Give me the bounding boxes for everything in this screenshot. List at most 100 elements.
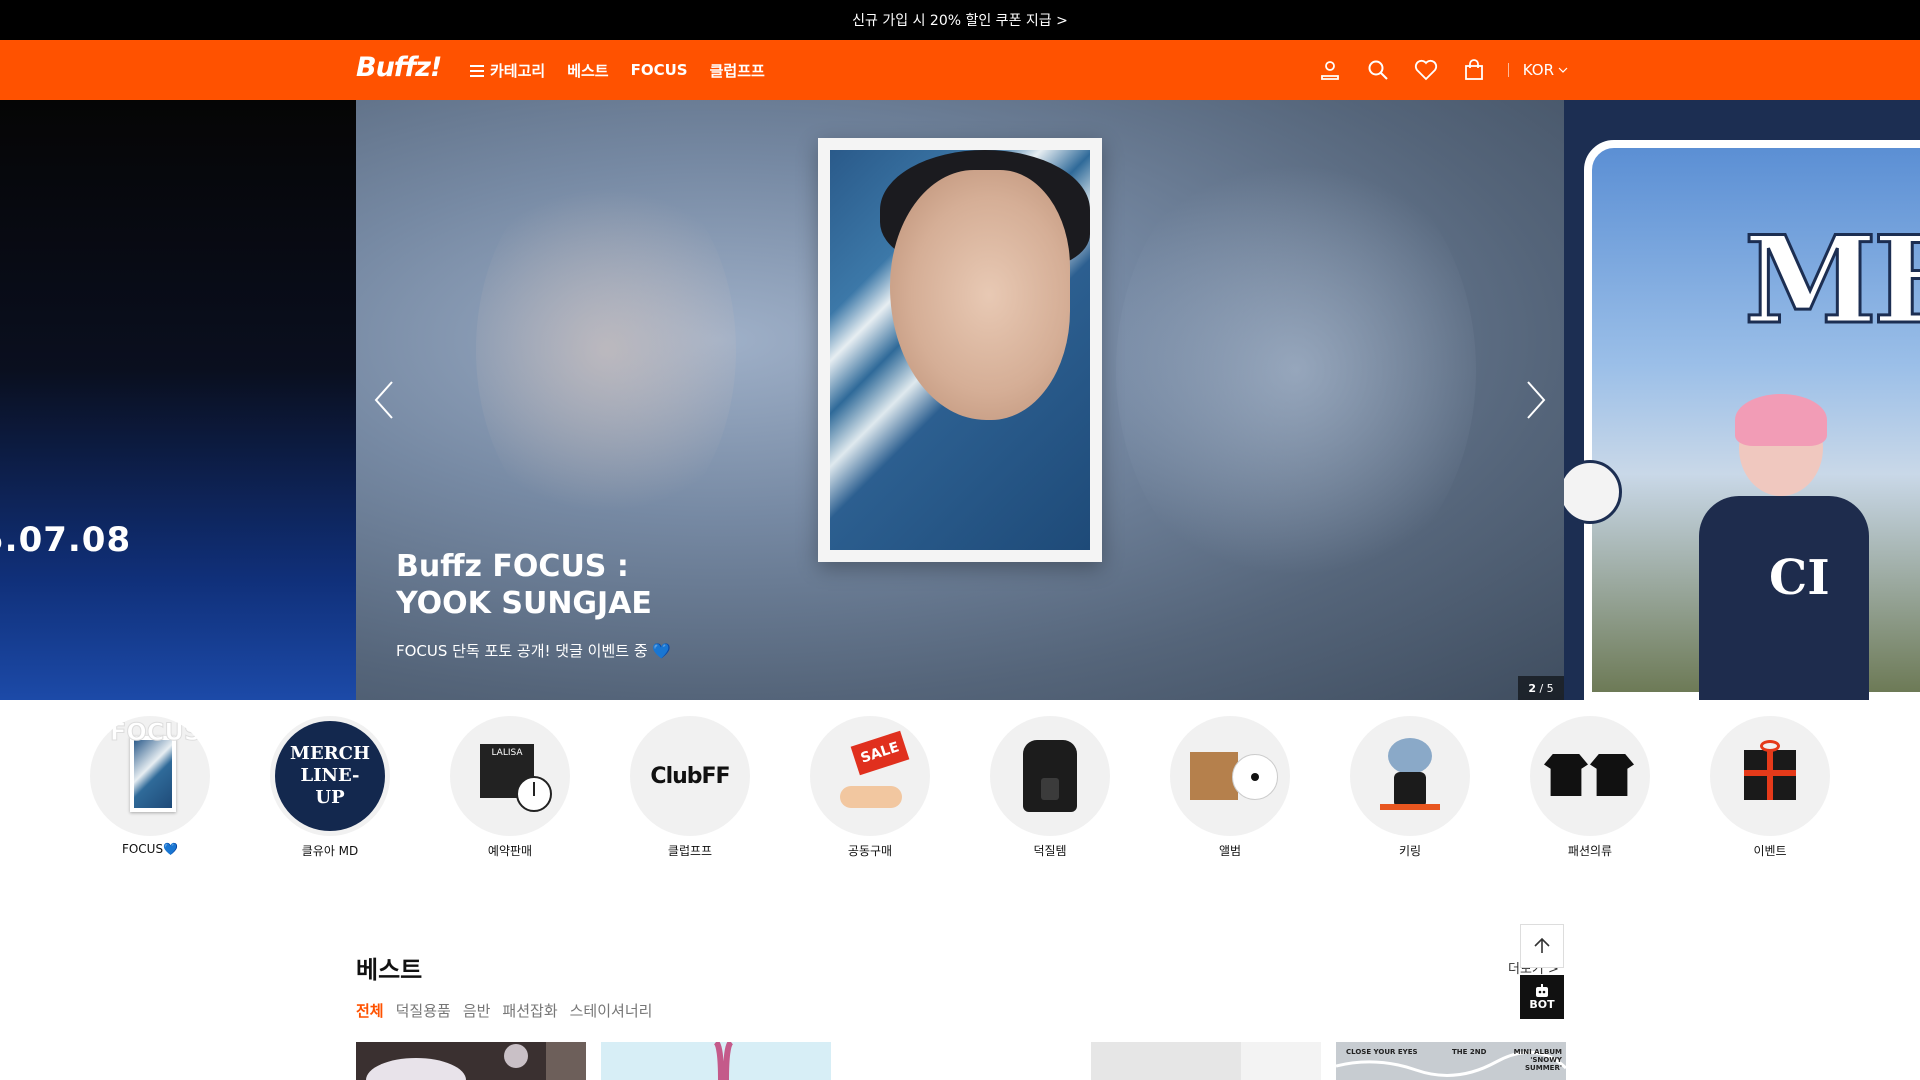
best-tab[interactable]: 덕질용품 bbox=[396, 1000, 451, 1021]
category-item[interactable]: 패션의류 bbox=[1520, 716, 1660, 859]
best-tab[interactable]: 스테이셔너리 bbox=[570, 1000, 653, 1021]
product-thumbnail[interactable] bbox=[1091, 1042, 1321, 1080]
category-image: MERCH LINE-UP bbox=[270, 716, 390, 836]
category-image: LALISA bbox=[450, 716, 570, 836]
best-tabs: 전체 덕질용품 음반 패션잡화 스테이셔너리 bbox=[356, 1000, 652, 1021]
slide-counter-current: 2 bbox=[1528, 681, 1536, 695]
chatbot-button[interactable]: BOT bbox=[1520, 975, 1564, 1019]
nav-focus-label: FOCUS bbox=[630, 61, 688, 79]
player-hair bbox=[1735, 394, 1827, 446]
carousel-prev-button[interactable] bbox=[364, 378, 404, 422]
category-label: 클유아 MD bbox=[301, 844, 359, 858]
language-selector[interactable]: KOR bbox=[1523, 61, 1568, 79]
slide-previous-date: 5.07.08 bbox=[0, 520, 132, 560]
category-row: FOCUS FOCUS💙 MERCH LINE-UP 클유아 MD LALISA 예… bbox=[0, 716, 1920, 866]
category-image bbox=[1710, 716, 1830, 836]
category-item[interactable]: MERCH LINE-UP 클유아 MD bbox=[260, 716, 400, 859]
category-label: 공동구매 bbox=[847, 844, 893, 858]
category-label: 예약판매 bbox=[487, 844, 533, 858]
user-icon[interactable] bbox=[1306, 40, 1354, 100]
slide-previous[interactable]: 5.07.08 bbox=[0, 100, 356, 700]
site-header: Buffz! 카테고리 베스트 FOCUS 클럽프프 KOR bbox=[0, 40, 1920, 100]
product-image bbox=[601, 1042, 831, 1080]
product-thumbnail[interactable]: CLOSE YOUR EYES THE 2ND MINI ALBUM 'SNOW… bbox=[1336, 1042, 1566, 1080]
best-tab[interactable]: 패션잡화 bbox=[502, 1000, 557, 1021]
category-image bbox=[1530, 716, 1650, 836]
category-item[interactable]: ClubFF 클럽프프 bbox=[620, 716, 760, 859]
hero-subtitle: FOCUS 단독 포토 공개! 댓글 이벤트 중 💙 bbox=[396, 642, 672, 660]
shopping-bag-icon[interactable] bbox=[1450, 40, 1498, 100]
nav-clubff[interactable]: 클럽프프 bbox=[710, 60, 765, 81]
robot-icon bbox=[1536, 983, 1548, 997]
nav-best[interactable]: 베스트 bbox=[567, 60, 608, 81]
category-item[interactable]: SALE 공동구매 bbox=[800, 716, 940, 859]
product-text: MINI ALBUM 'SNOWY SUMMER' bbox=[1513, 1048, 1562, 1072]
nav-best-label: 베스트 bbox=[567, 61, 609, 80]
search-icon[interactable] bbox=[1354, 40, 1402, 100]
site-logo[interactable]: Buffz! bbox=[356, 52, 442, 83]
slide-next-text: MER bbox=[1742, 209, 1920, 353]
category-image: FOCUS bbox=[90, 716, 210, 836]
nav-clubff-label: 클럽프프 bbox=[709, 61, 765, 80]
slide-next[interactable]: MER CI bbox=[1564, 100, 1920, 700]
chevron-down-icon bbox=[1558, 67, 1568, 73]
main-nav: 카테고리 베스트 FOCUS 클럽프프 bbox=[470, 40, 765, 100]
scroll-top-button[interactable] bbox=[1520, 924, 1564, 968]
hero-title-line1: Buffz FOCUS : bbox=[396, 549, 629, 584]
hero-title[interactable]: Buffz FOCUS : YOOK SUNGJAE bbox=[396, 548, 652, 622]
slide-counter-total: 5 bbox=[1546, 681, 1554, 695]
category-image: SALE bbox=[810, 716, 930, 836]
promo-banner[interactable]: 신규 가입 시 20% 할인 쿠폰 지급 > bbox=[0, 0, 1920, 40]
best-tab[interactable]: 음반 bbox=[463, 1000, 491, 1021]
product-thumbnail[interactable] bbox=[601, 1042, 831, 1080]
background-blur bbox=[476, 160, 736, 540]
heart-icon[interactable] bbox=[1402, 40, 1450, 100]
category-label: 패션의류 bbox=[1567, 844, 1613, 858]
category-item[interactable]: LALISA 예약판매 bbox=[440, 716, 580, 859]
player-image: CI bbox=[1699, 394, 1869, 700]
category-label: 클럽프프 bbox=[667, 844, 713, 858]
product-thumbnail[interactable] bbox=[356, 1042, 586, 1080]
category-label: 앨범 bbox=[1218, 844, 1242, 858]
category-item[interactable]: 앨범 bbox=[1160, 716, 1300, 859]
category-image bbox=[1350, 716, 1470, 836]
portrait-photo bbox=[830, 150, 1090, 550]
background-blur bbox=[1116, 140, 1476, 600]
chevron-left-icon bbox=[374, 381, 393, 419]
nav-focus[interactable]: FOCUS bbox=[631, 61, 688, 79]
nav-category[interactable]: 카테고리 bbox=[470, 60, 545, 81]
category-label: FOCUS💙 bbox=[121, 842, 179, 856]
header-icons: KOR bbox=[1306, 40, 1568, 100]
best-section-title: 베스트 bbox=[356, 956, 423, 984]
product-image bbox=[1091, 1042, 1321, 1080]
category-art-text: FOCUS bbox=[109, 718, 202, 747]
chevron-right-icon bbox=[1527, 381, 1546, 419]
jersey-letters: CI bbox=[1769, 550, 1830, 606]
category-label: 키링 bbox=[1398, 844, 1422, 858]
category-image: ClubFF bbox=[630, 716, 750, 836]
product-text: CLOSE YOUR EYES bbox=[1346, 1048, 1418, 1056]
hamburger-icon bbox=[470, 64, 484, 77]
nav-category-label: 카테고리 bbox=[490, 61, 546, 80]
category-label: 덕질템 bbox=[1033, 844, 1067, 858]
chatbot-label: BOT bbox=[1529, 997, 1555, 1011]
category-item[interactable]: FOCUS FOCUS💙 bbox=[80, 716, 220, 856]
category-item[interactable]: 키링 bbox=[1340, 716, 1480, 859]
product-image bbox=[356, 1042, 586, 1080]
category-label: 이벤트 bbox=[1753, 844, 1787, 858]
photo-frame bbox=[818, 138, 1102, 562]
language-label: KOR bbox=[1522, 61, 1554, 79]
category-item[interactable]: 덕질템 bbox=[980, 716, 1120, 859]
face-shape bbox=[890, 170, 1070, 420]
category-image bbox=[990, 716, 1110, 836]
hero-title-line2: YOOK SUNGJAE bbox=[396, 586, 652, 621]
best-tab[interactable]: 전체 bbox=[356, 1000, 384, 1021]
carousel-next-button[interactable] bbox=[1516, 378, 1556, 422]
slide-counter: 2 / 5 bbox=[1518, 676, 1564, 700]
promo-text[interactable]: 신규 가입 시 20% 할인 쿠폰 지급 > bbox=[852, 10, 1068, 30]
product-text: THE 2ND bbox=[1452, 1048, 1487, 1056]
category-item[interactable]: 이벤트 bbox=[1700, 716, 1840, 859]
category-art-text: MERCH LINE-UP bbox=[275, 721, 385, 831]
header-divider bbox=[1507, 63, 1509, 77]
hero-carousel: 5.07.08 Buffz FOCUS : YOOK SUNGJAE FOCUS… bbox=[0, 100, 1920, 700]
